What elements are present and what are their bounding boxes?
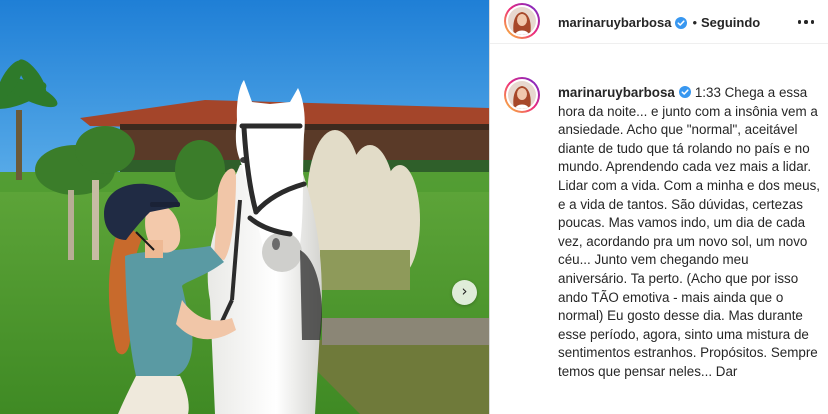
- verified-badge-icon: [678, 86, 691, 98]
- separator-dot: •: [692, 15, 697, 30]
- caption-text: 1:33 Chega a essa hora da noite... e jun…: [558, 85, 820, 379]
- post-side-panel: marinaruybarbosa • Seguindo marinaruybar…: [489, 0, 828, 414]
- post-photo[interactable]: ›: [0, 0, 489, 414]
- chevron-right-icon: ›: [461, 282, 468, 300]
- photo-woman-with-white-horse: [0, 0, 489, 414]
- post-caption: marinaruybarbosa 1:33 Chega a essa hora d…: [558, 84, 820, 382]
- avatar[interactable]: [504, 3, 540, 39]
- header-user-line: marinaruybarbosa • Seguindo: [558, 15, 760, 30]
- username-link[interactable]: marinaruybarbosa: [558, 15, 671, 30]
- post-header: marinaruybarbosa • Seguindo: [490, 0, 828, 44]
- caption-username-link[interactable]: marinaruybarbosa: [558, 85, 675, 100]
- avatar-image: [508, 7, 536, 35]
- avatar-image: [508, 81, 536, 109]
- verified-badge-icon: [675, 16, 688, 29]
- carousel-next-button[interactable]: ›: [452, 280, 477, 305]
- comments-scroll-area[interactable]: marinaruybarbosa 1:33 Chega a essa hora d…: [490, 60, 828, 414]
- more-options-icon[interactable]: [795, 12, 817, 32]
- following-button[interactable]: Seguindo: [701, 15, 760, 30]
- caption-avatar[interactable]: [504, 77, 540, 113]
